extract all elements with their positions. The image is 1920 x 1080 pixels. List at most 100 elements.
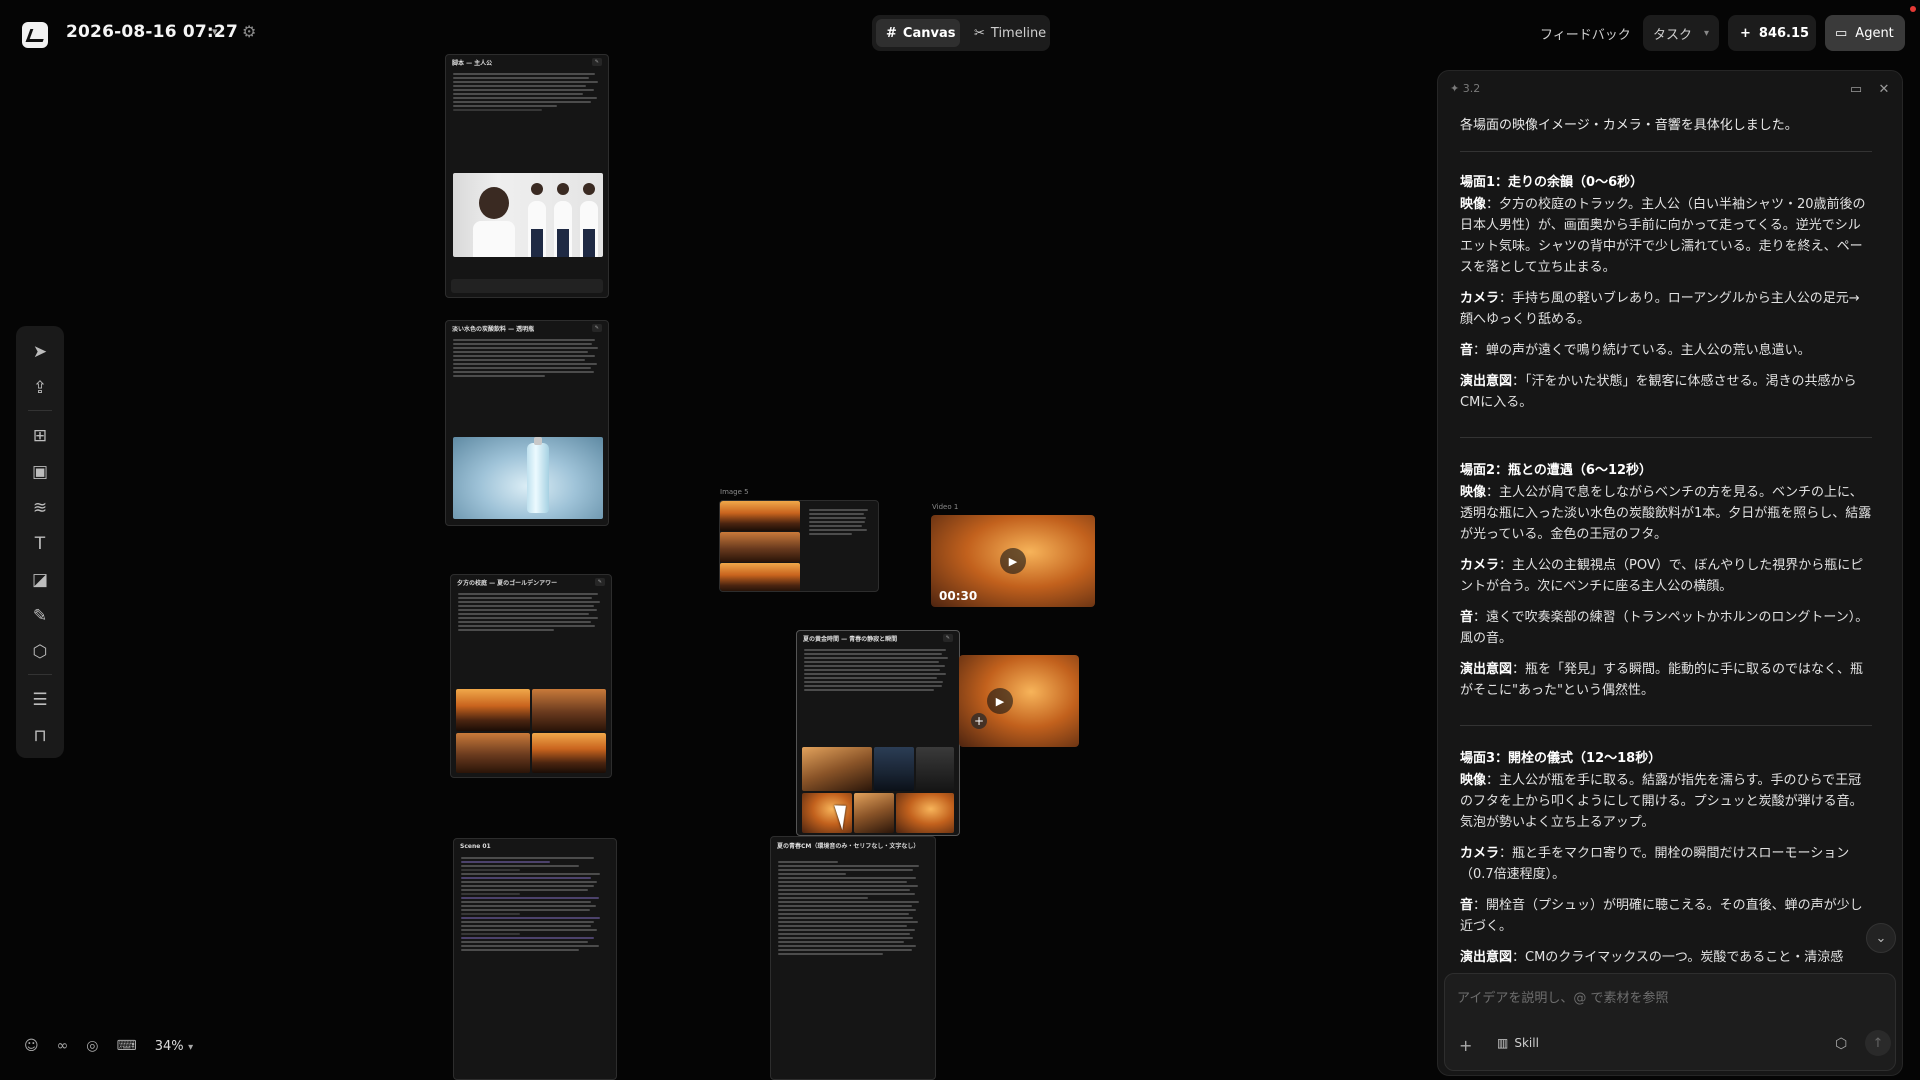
para-text: ：主人公が肩で息をしながらベンチの方を見る。ベンチの上に、透明な瓶に入った淡い水… xyxy=(1460,485,1872,542)
node-title: 夏の青春CM（環境音のみ・セリフなし・文字なし） xyxy=(777,843,920,850)
add-connection-icon[interactable]: + xyxy=(971,713,987,729)
view-toggle: # Canvas ✂ Timeline xyxy=(872,15,1050,51)
canvas-node-bottle[interactable]: 淡い水色の炭酸飲料 — 透明瓶 ✎ xyxy=(445,320,609,526)
tab-canvas[interactable]: # Canvas xyxy=(876,19,960,47)
storyboard-frame-5[interactable] xyxy=(854,793,894,833)
node-title: 夏の黄金時間 — 青春の静寂と瞬間 xyxy=(803,635,898,643)
left-toolbar: ➤ ⇪ ⊞ ▣ ≋ T ◪ ✎ ⬡ ☰ ⊓ xyxy=(16,326,64,758)
para-label: カメラ xyxy=(1460,291,1500,306)
3d-cube-icon[interactable]: ⬡ xyxy=(1835,1036,1847,1052)
credits-value: 846.15 xyxy=(1758,25,1810,41)
zoom-level: 34% xyxy=(154,1039,184,1054)
agent-button[interactable]: ▭ Agent xyxy=(1825,15,1905,51)
character-sheet-image[interactable] xyxy=(453,173,603,257)
scissors-icon: ✂ xyxy=(974,25,985,41)
scene-paragraph: 映像：主人公が肩で息をしながらベンチの方を見る。ベンチの上に、透明な瓶に入った淡… xyxy=(1460,482,1872,545)
para-label: カメラ xyxy=(1460,846,1500,861)
agent-label: Agent xyxy=(1855,25,1894,41)
canvas-node-schoolyard[interactable]: 夕方の校庭 — 夏のゴールデンアワー ✎ xyxy=(450,574,612,778)
canvas-node-scene-01[interactable]: Scene 01 xyxy=(453,838,617,1080)
scroll-to-bottom-button[interactable]: ⌄ xyxy=(1866,923,1896,953)
pen-draw-icon[interactable]: ✎ xyxy=(26,602,54,630)
expand-panel-icon[interactable]: ▭ xyxy=(1846,79,1866,99)
schoolyard-image-2[interactable] xyxy=(532,689,606,731)
storyboard-frame-6[interactable] xyxy=(896,793,954,833)
node-footer-bar[interactable] xyxy=(451,279,603,293)
video-duration: 00:30 xyxy=(939,589,978,603)
para-label: 映像 xyxy=(1460,773,1487,788)
fingerprint-icon[interactable]: ◎ xyxy=(86,1038,98,1054)
gear-icon[interactable]: ⚙ xyxy=(242,22,256,41)
upload-icon[interactable]: ⇪ xyxy=(26,374,54,402)
canvas-node-protagonist[interactable]: 脚本 — 主人公 ✎ xyxy=(445,54,609,298)
node-edit-badge[interactable]: ✎ xyxy=(591,58,602,66)
text-tool-icon[interactable]: T xyxy=(26,530,54,558)
close-icon[interactable]: ✕ xyxy=(1874,79,1894,99)
user-icon[interactable]: ☺ xyxy=(24,1038,39,1054)
video-generate-icon[interactable]: ▣ xyxy=(26,458,54,486)
para-label: 映像 xyxy=(1460,485,1487,500)
scene-paragraph: カメラ：瓶と手をマクロ寄りで。開栓の瞬間だけスローモーション（0.7倍速程度）。 xyxy=(1460,843,1872,885)
storyboard-frame-1[interactable] xyxy=(802,747,872,791)
scene-paragraph: 音：遠くで吹奏楽部の練習（トランペットかホルンのロングトーン）。風の音。 xyxy=(1460,607,1872,649)
scene-title: 場面2：瓶との遭遇（6〜12秒） xyxy=(1460,463,1653,478)
keyboard-icon[interactable]: ⌨ xyxy=(117,1038,137,1054)
chevron-down-icon[interactable]: ▾ xyxy=(212,25,218,38)
video-node-label: Video 1 xyxy=(932,503,959,511)
layers-icon[interactable]: ☰ xyxy=(26,686,54,714)
canvas-node-video-1[interactable]: ▶ 00:30 xyxy=(931,515,1095,607)
tab-canvas-label: Canvas xyxy=(902,25,956,41)
scene-paragraph: 演出意図：「汗をかいた状態」を観客に体感させる。渇きの共感からCMに入る。 xyxy=(1460,371,1872,413)
para-text: ：開栓音（プシュッ）が明確に聴こえる。その直後、蝉の声が少し近づく。 xyxy=(1460,898,1863,934)
audio-waveform-icon[interactable]: ≋ xyxy=(26,494,54,522)
bottle-image[interactable] xyxy=(453,437,603,519)
prompt-input[interactable] xyxy=(1457,986,1877,1010)
para-label: 音 xyxy=(1460,898,1474,913)
send-button[interactable]: ↑ xyxy=(1865,1030,1891,1056)
para-label: 演出意図 xyxy=(1460,950,1513,965)
zoom-control[interactable]: 34% ▾ xyxy=(155,1038,193,1054)
node-edit-badge[interactable]: ✎ xyxy=(591,324,602,332)
task-dropdown[interactable]: タスク ▾ xyxy=(1643,15,1719,51)
canvas-node-image-5[interactable] xyxy=(719,500,879,592)
credits-button[interactable]: + 846.15 xyxy=(1728,15,1816,51)
canvas-node-cm-script[interactable]: 夏の青春CM（環境音のみ・セリフなし・文字なし） xyxy=(770,836,936,1080)
scene-block-3: 場面3：開栓の儀式（12〜18秒） 映像：主人公が瓶を手に取る。結露が指先を濡ら… xyxy=(1460,748,1872,992)
select-pointer-icon[interactable]: ➤ xyxy=(26,338,54,366)
play-icon[interactable]: ▶ xyxy=(987,688,1013,714)
3d-cube-icon[interactable]: ⬡ xyxy=(26,638,54,666)
top-bar: 2026-08-16 07:27 ▾ ⚙ # Canvas ✂ Timeline… xyxy=(0,0,1920,68)
link-icon[interactable]: ∞ xyxy=(57,1038,69,1054)
tab-timeline[interactable]: ✂ Timeline xyxy=(964,19,1046,47)
canvas-node-golden-hour[interactable]: 夏の黄金時間 — 青春の静寂と瞬間 ✎ xyxy=(796,630,960,836)
assets-bag-icon[interactable]: ⊓ xyxy=(26,722,54,750)
app-logo-icon[interactable] xyxy=(22,22,48,48)
scene-paragraph: 音：蝉の声が遠くで鳴り続けている。主人公の荒い息遣い。 xyxy=(1460,340,1872,361)
play-icon[interactable]: ▶ xyxy=(1000,548,1026,574)
bottle-shape xyxy=(527,437,549,513)
node-edit-badge[interactable]: ✎ xyxy=(942,634,953,642)
para-text: ：主人公の主観視点（POV）で、ぼんやりした視界から瓶にピントが合う。次にベンチ… xyxy=(1460,558,1864,594)
add-attachment-icon[interactable]: + xyxy=(1459,1036,1472,1055)
storyboard-frame-3[interactable] xyxy=(916,747,954,791)
feedback-link[interactable]: フィードバック xyxy=(1540,15,1631,51)
node-header: 夕方の校庭 — 夏のゴールデンアワー ✎ xyxy=(451,575,611,589)
para-text: ：「汗をかいた状態」を観客に体感させる。渇きの共感からCMに入る。 xyxy=(1460,374,1857,410)
skill-button[interactable]: ▥ Skill xyxy=(1497,1036,1539,1050)
para-label: カメラ xyxy=(1460,558,1500,573)
model-version[interactable]: ✦ 3.2 xyxy=(1450,82,1480,95)
para-text: ：瓶と手をマクロ寄りで。開栓の瞬間だけスローモーション（0.7倍速程度）。 xyxy=(1460,846,1850,882)
storyboard-frame-2[interactable] xyxy=(874,747,914,791)
node-text-block xyxy=(454,853,616,955)
para-label: 音 xyxy=(1460,610,1474,625)
scene-paragraph: カメラ：主人公の主観視点（POV）で、ぼんやりした視界から瓶にピントが合う。次に… xyxy=(1460,555,1872,597)
schoolyard-image-4[interactable] xyxy=(532,733,606,773)
para-label: 映像 xyxy=(1460,197,1487,212)
schoolyard-image-1[interactable] xyxy=(456,689,530,731)
image-generate-icon[interactable]: ⊞ xyxy=(26,422,54,450)
schoolyard-image-3[interactable] xyxy=(456,733,530,773)
sticky-note-icon[interactable]: ◪ xyxy=(26,566,54,594)
node-text-block xyxy=(446,69,608,115)
node-edit-badge[interactable]: ✎ xyxy=(594,578,605,586)
canvas-node-video-2[interactable]: ▶ + xyxy=(959,655,1079,747)
